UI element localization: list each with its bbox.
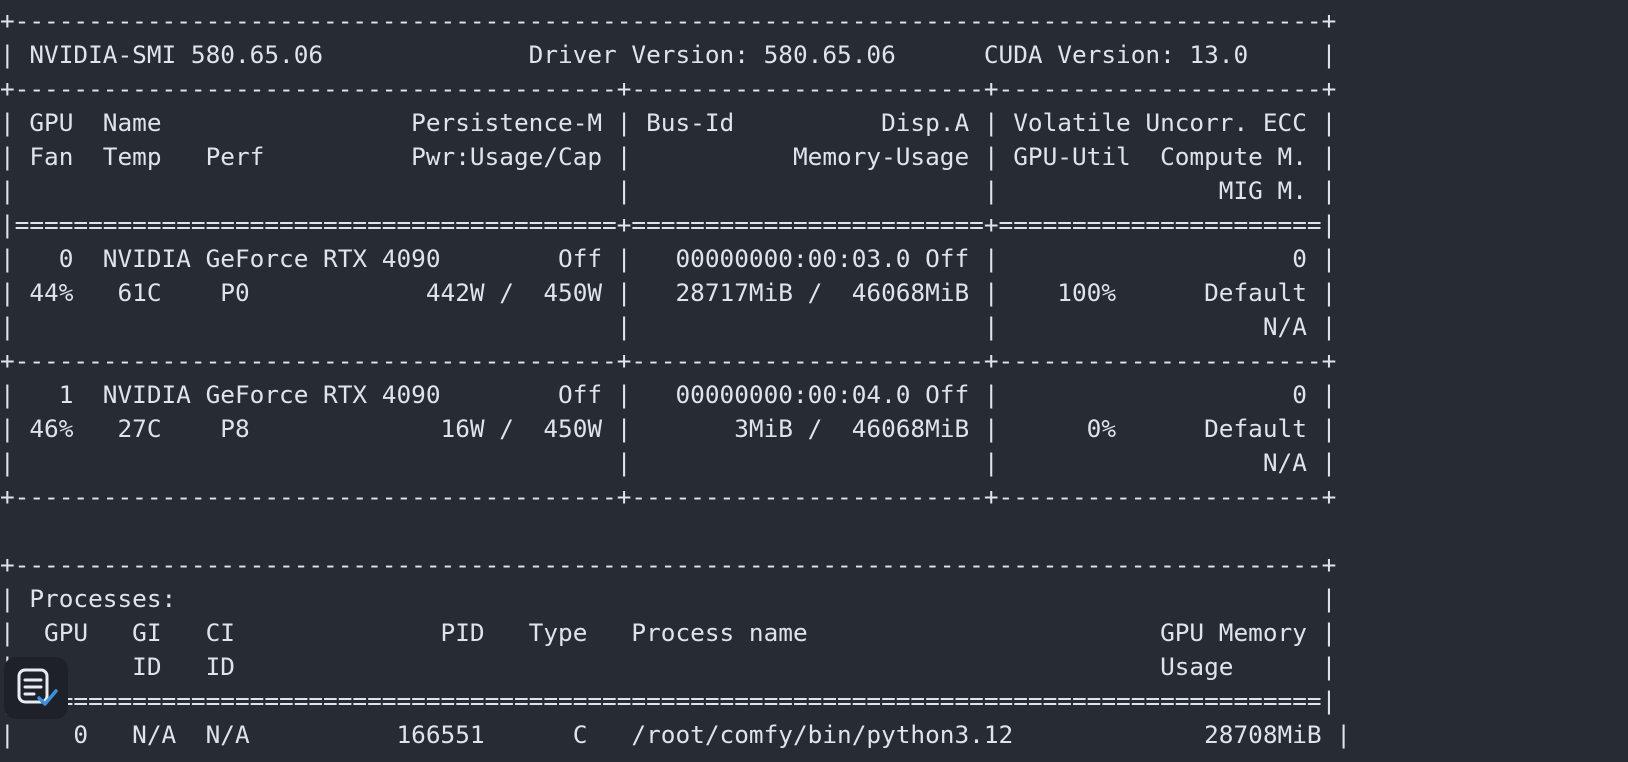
terminal-line: +---------------------------------------…	[0, 752, 1351, 762]
terminal-window[interactable]: +---------------------------------------…	[0, 0, 1628, 762]
terminal-line: | | | N/A |	[0, 448, 1337, 477]
copy-text-button[interactable]	[4, 657, 68, 719]
terminal-line: | NVIDIA-SMI 580.65.06 Driver Version: 5…	[0, 40, 1337, 69]
terminal-line: |=======================================…	[0, 210, 1337, 239]
terminal-output: +---------------------------------------…	[0, 4, 1351, 762]
terminal-line: | Fan Temp Perf Pwr:Usage/Cap | Memory-U…	[0, 142, 1337, 171]
terminal-line: | 0 NVIDIA GeForce RTX 4090 Off | 000000…	[0, 244, 1337, 273]
terminal-line: | GPU Name Persistence-M | Bus-Id Disp.A…	[0, 108, 1337, 137]
terminal-line: | ID ID Usage |	[0, 652, 1337, 681]
copy-text-icon	[17, 668, 58, 706]
terminal-line: | 1 NVIDIA GeForce RTX 4090 Off | 000000…	[0, 380, 1337, 409]
terminal-line: | 46% 27C P8 16W / 450W | 3MiB / 46068Mi…	[0, 414, 1337, 443]
terminal-line: | GPU GI CI PID Type Process name GPU Me…	[0, 618, 1337, 647]
terminal-line: +---------------------------------------…	[0, 482, 1337, 511]
terminal-line: +---------------------------------------…	[0, 74, 1337, 103]
terminal-line: | | | N/A |	[0, 312, 1337, 341]
terminal-line: | Processes: |	[0, 584, 1337, 613]
terminal-line: +---------------------------------------…	[0, 346, 1337, 375]
terminal-line: |=======================================…	[0, 686, 1337, 715]
terminal-line: | | | MIG M. |	[0, 176, 1337, 205]
terminal-line: +---------------------------------------…	[0, 550, 1337, 579]
terminal-line: +---------------------------------------…	[0, 6, 1337, 35]
terminal-line: | 0 N/A N/A 166551 C /root/comfy/bin/pyt…	[0, 720, 1351, 749]
terminal-line: | 44% 61C P0 442W / 450W | 28717MiB / 46…	[0, 278, 1337, 307]
